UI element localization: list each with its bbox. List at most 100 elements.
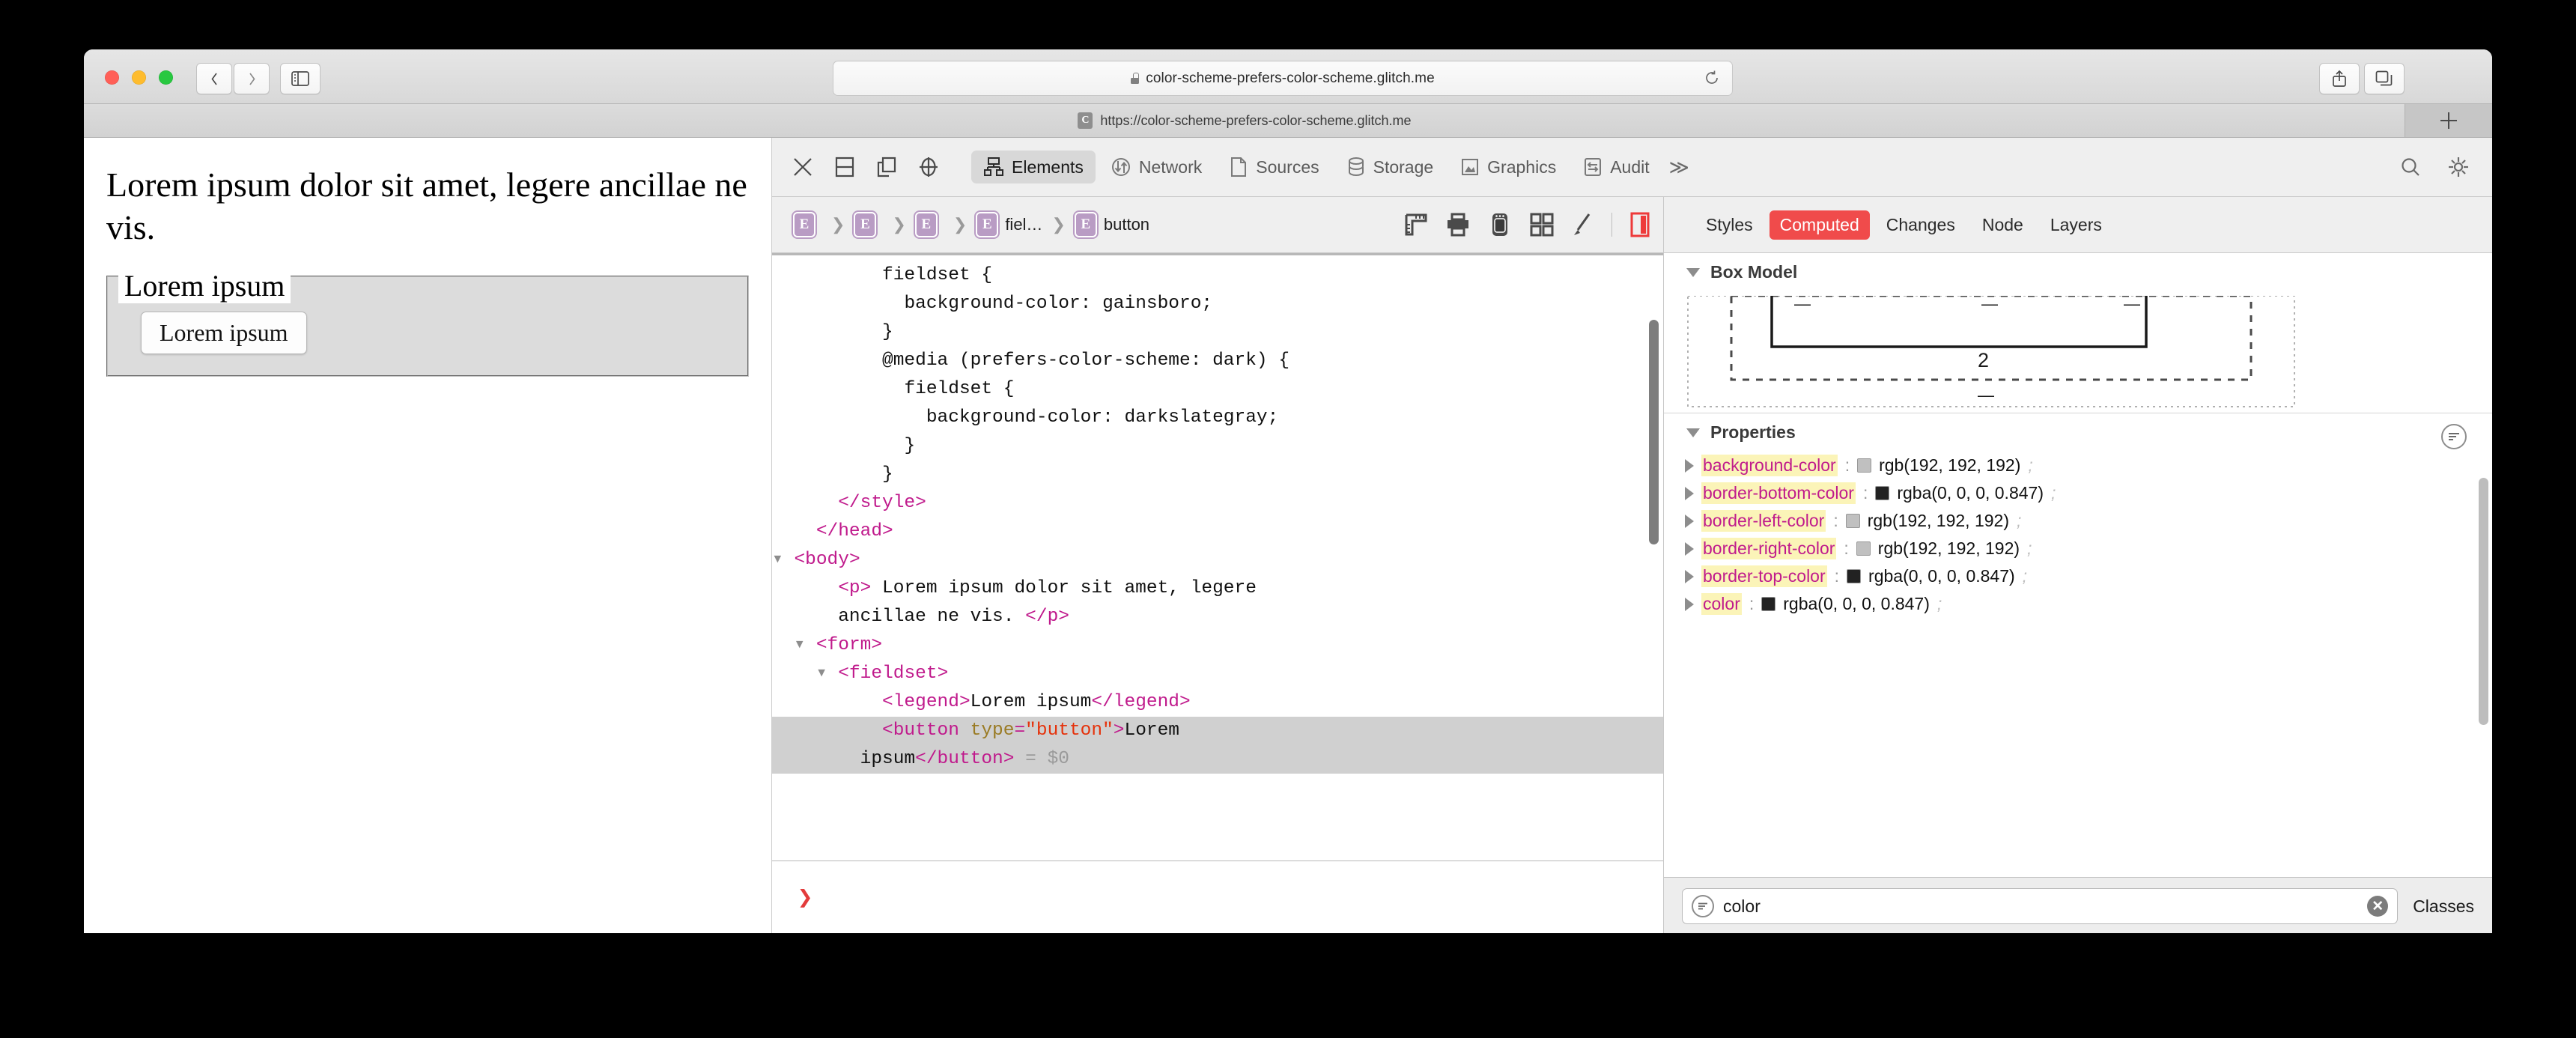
filter-input[interactable]: color ✕ [1682,888,2399,924]
maximize-window-button[interactable] [159,70,173,85]
color-swatch[interactable] [1857,458,1872,473]
properties-section-header[interactable]: Properties [1664,413,2492,449]
breadcrumb-item-1[interactable]: E [854,212,883,237]
chevron-right-icon[interactable] [1685,514,1694,528]
dom-tree-scroll[interactable]: fieldset { background-color: gainsboro; … [772,255,1663,861]
favicon: C [1078,112,1093,129]
tab-computed[interactable]: Computed [1769,210,1870,240]
color-swatch[interactable] [1856,541,1871,556]
dom-scrollbar[interactable] [1649,320,1659,544]
tab-node[interactable]: Node [1972,210,2034,240]
chevron-down-icon [1686,428,1700,437]
chevron-right-icon[interactable] [1685,569,1694,583]
browser-tab[interactable]: C https://color-scheme-prefers-color-sch… [84,104,2405,137]
computed-property-row[interactable]: background-color: rgb(192, 192, 192); [1664,452,2492,479]
dom-tree-line[interactable]: } [772,461,1663,489]
clear-icon[interactable]: ✕ [2367,896,2389,917]
gear-icon[interactable] [2447,156,2470,178]
dom-tree-line[interactable]: <legend>Lorem ipsum</legend> [772,688,1663,717]
tab-graphics[interactable]: Graphics [1448,151,1568,183]
tab-storage[interactable]: Storage [1334,151,1446,183]
chevron-right-icon[interactable] [1685,541,1694,556]
dom-tree-line[interactable]: </head> [772,518,1663,546]
tab-sources-label: Sources [1256,157,1319,177]
layout-sidebar-icon[interactable] [1630,212,1650,237]
chevron-right-icon[interactable] [1685,486,1694,500]
grid-icon[interactable] [1529,212,1555,237]
dom-tree-line[interactable]: <p> Lorem ipsum dolor sit amet, legere [772,574,1663,603]
sidebar-icon [291,71,309,86]
inspect-target-icon[interactable] [917,156,940,178]
breadcrumb-item-3[interactable]: E fiel… [976,212,1042,237]
device-icon[interactable] [1487,212,1513,237]
computed-property-row[interactable]: color: rgba(0, 0, 0, 0.847); [1664,590,2492,618]
dom-tree-line[interactable]: ancillae ne vis. </p> [772,603,1663,631]
ruler-icon[interactable] [1403,212,1429,237]
styles-scrollbar[interactable] [2479,478,2488,725]
dom-tree-line[interactable]: } [772,318,1663,347]
dom-tree-line[interactable]: ipsum</button> = $0 [772,745,1663,774]
color-swatch[interactable] [1847,569,1862,583]
dom-tree-line[interactable]: @media (prefers-color-scheme: dark) { [772,347,1663,375]
minimize-window-button[interactable] [132,70,146,85]
dom-tree-line[interactable]: fieldset { [772,375,1663,404]
computed-property-row[interactable]: border-bottom-color: rgba(0, 0, 0, 0.847)… [1664,479,2492,507]
classes-button[interactable]: Classes [2413,896,2474,917]
color-swatch[interactable] [1875,486,1890,500]
dom-tree-line[interactable]: ▾ <form> [772,631,1663,660]
tab-network[interactable]: Network [1099,151,1214,183]
breadcrumb-item-2[interactable]: E [914,212,944,237]
print-icon[interactable] [1445,212,1471,237]
element-badge-icon: E [854,212,877,237]
tab-audit[interactable]: Audit [1571,151,1661,183]
property-value: rgba(0, 0, 0, 0.847) [1783,594,1930,613]
forward-button[interactable] [234,63,270,94]
reload-icon[interactable] [1704,70,1720,86]
close-window-button[interactable] [105,70,119,85]
tab-elements[interactable]: Elements [971,151,1096,183]
dom-tree-line[interactable]: background-color: darkslategray; [772,404,1663,432]
dom-tree-line[interactable]: ▾ <fieldset> [772,660,1663,688]
tabs-overflow-button[interactable]: ≫ [1665,156,1694,179]
tab-styles[interactable]: Styles [1695,210,1764,240]
color-swatch[interactable] [1845,514,1860,528]
breadcrumb-item-4[interactable]: E button [1074,212,1149,237]
search-icon[interactable] [2399,156,2422,178]
dom-tree-line[interactable]: ▾ <body> [772,546,1663,574]
property-semicolon: ; [2016,511,2022,530]
computed-property-row[interactable]: border-top-color: rgba(0, 0, 0, 0.847); [1664,562,2492,590]
tab-layers[interactable]: Layers [2040,210,2112,240]
dock-separate-window-icon[interactable] [875,156,898,178]
property-semicolon: ; [2050,483,2056,503]
color-swatch[interactable] [1761,597,1776,611]
box-model-title: Box Model [1710,262,1798,282]
box-model-section-header[interactable]: Box Model [1664,253,2492,288]
back-button[interactable] [196,63,232,94]
sidebar-toggle-button[interactable] [280,63,321,94]
tab-changes[interactable]: Changes [1876,210,1966,240]
dom-tree-line[interactable]: </style> [772,489,1663,518]
dom-tree-line[interactable]: fieldset { [772,261,1663,290]
close-icon[interactable] [792,156,814,178]
chevron-right-icon[interactable] [1685,458,1694,473]
breadcrumb-item-0[interactable]: E [793,212,822,237]
chevron-right-icon[interactable] [1685,597,1694,611]
styles-scroll[interactable]: Box Model — — — 2 — Properties backgroun… [1664,253,2492,877]
new-tab-button[interactable] [2405,104,2492,137]
computed-property-row[interactable]: border-left-color: rgb(192, 192, 192); [1664,507,2492,535]
share-button[interactable] [2319,63,2360,94]
console-prompt-row[interactable]: ❯ [772,861,1663,933]
tab-overview-button[interactable] [2364,63,2405,94]
dom-tree-line[interactable]: background-color: gainsboro; [772,290,1663,318]
svg-text:—: — [1978,386,1994,404]
paintbrush-icon[interactable] [1571,212,1594,237]
address-bar[interactable]: color-scheme-prefers-color-scheme.glitch… [833,61,1733,96]
page-lorem-button[interactable]: Lorem ipsum [141,312,307,355]
box-model-diagram[interactable]: — — — 2 — [1682,296,2474,408]
filter-icon[interactable] [2441,424,2467,449]
dock-bottom-icon[interactable] [833,156,856,178]
tab-sources[interactable]: Sources [1217,151,1331,183]
dom-tree-line[interactable]: } [772,432,1663,461]
computed-property-row[interactable]: border-right-color: rgb(192, 192, 192); [1664,535,2492,562]
dom-tree-line[interactable]: <button type="button">Lorem [772,717,1663,745]
